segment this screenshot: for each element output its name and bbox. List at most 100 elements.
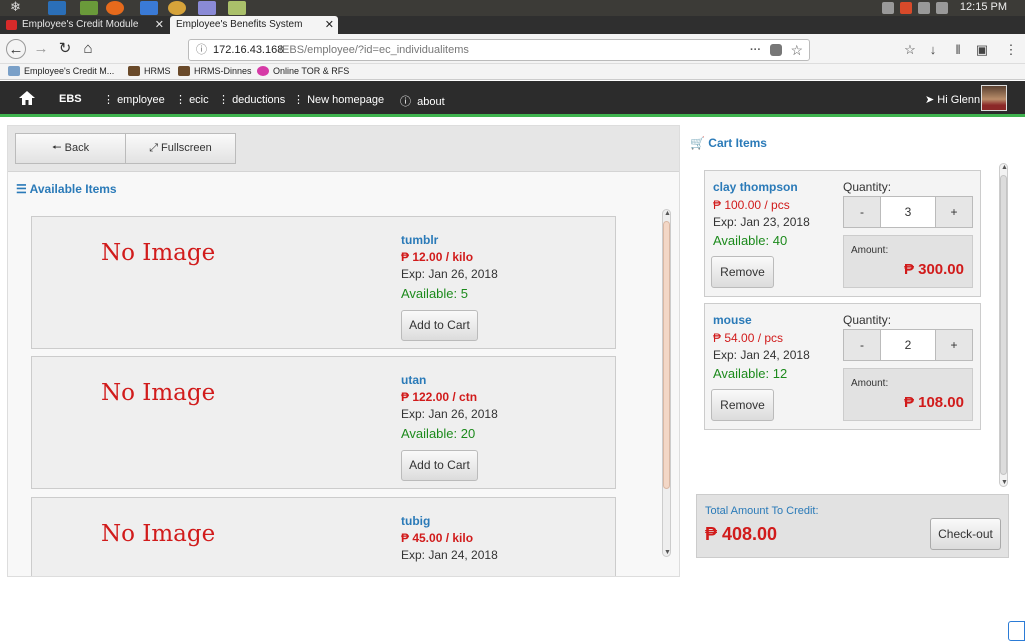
fullscreen-button[interactable]: ⤢ Fullscreen [125,133,236,164]
user-greeting[interactable]: ➤ Hi Glenn [925,93,980,106]
scroll-down-icon[interactable]: ▼ [1000,479,1009,486]
add-to-cart-button[interactable]: Add to Cart [401,310,478,341]
os-top-bar: ❄ 12:15 PM [0,0,1025,16]
sidebar-icon[interactable]: ▣ [974,42,990,58]
scroll-down-icon[interactable]: ▼ [663,549,672,556]
chat-icon[interactable] [936,2,948,14]
nav-new-homepage[interactable]: ⋮ New homepage [293,93,384,106]
nav-about[interactable]: ⓘ about [400,93,445,109]
cart-scrollbar[interactable]: ▲ ▼ [999,163,1008,487]
scroll-up-icon[interactable]: ▲ [1000,164,1009,171]
add-to-cart-button[interactable]: Add to Cart [401,450,478,481]
launcher-app-icon[interactable] [48,1,66,15]
item-card: No Image tubig ₱ 45.00 / kilo Exp: Jan 2… [31,497,616,576]
cart-item-name: mouse [713,313,752,327]
clock[interactable]: 12:15 PM [960,1,1007,13]
url-bar[interactable]: ⓘ 172.16.43.168 /EBS/employee/?id=ec_ind… [188,39,810,61]
available-items-panel: 🠔 Back ⤢ Fullscreen ☰ Available Items No… [7,125,680,577]
back-arrow-icon[interactable]: ← [6,39,26,59]
quantity-decrement-button[interactable]: - [843,196,881,228]
ubuntu-logo-icon[interactable]: ❄ [10,0,28,14]
home-icon[interactable] [18,89,36,107]
pocket-icon[interactable] [770,44,782,56]
bookmark-star-icon[interactable]: ☆ [790,40,803,60]
quantity-input[interactable]: 2 [880,329,936,361]
cart-item-available: Available: 40 [713,233,788,248]
toolbar: 🠔 Back ⤢ Fullscreen [8,126,679,172]
library-save-icon[interactable]: ☆ [902,42,918,58]
notification-icon[interactable] [900,2,912,14]
quantity-increment-button[interactable]: + [935,329,973,361]
remove-button[interactable]: Remove [711,256,774,288]
cart-item-expiry: Exp: Jan 23, 2018 [713,215,810,229]
bookmark-item[interactable]: Employee's Credit M... [8,66,114,76]
launcher-app-icon[interactable] [198,1,216,15]
browser-tab[interactable]: Employee's Credit Module ✕ [0,16,168,34]
launcher-app-icon[interactable] [168,1,186,15]
brand-ebs[interactable]: EBS [59,93,82,105]
launcher-app-icon[interactable] [228,1,246,15]
item-price: ₱ 45.00 / kilo [401,531,474,545]
info-circle-icon: ⓘ [400,96,418,108]
bookmark-item[interactable]: HRMS-Dinnes [178,66,252,76]
total-box: Total Amount To Credit: ₱ 408.00 Check-o… [696,494,1009,558]
item-card: No Image utan ₱ 122.00 / ctn Exp: Jan 26… [31,356,616,489]
info-icon[interactable]: ⓘ [196,40,207,60]
expand-icon: ⤢ [149,142,162,154]
nav-employee[interactable]: ⋮ employee [103,93,165,106]
remove-button[interactable]: Remove [711,389,774,421]
item-available: Available: 5 [401,286,468,301]
scrollbar-thumb[interactable] [663,221,670,489]
dots-icon: ⋮ [103,94,118,106]
url-path: /EBS/employee/?id=ec_individualitems [279,44,469,56]
scrollbar-thumb[interactable] [1000,175,1007,475]
cart-item-expiry: Exp: Jan 24, 2018 [713,348,810,362]
forward-arrow-icon[interactable]: → [31,39,51,59]
quantity-label: Quantity: [843,180,892,194]
launcher-app-icon[interactable] [80,1,98,15]
browser-tab-active[interactable]: Employee's Benefits System ✕ [170,16,338,34]
film-icon [178,66,190,76]
quantity-decrement-button[interactable]: - [843,329,881,361]
cart-item-available: Available: 12 [713,366,788,381]
bookmark-item[interactable]: HRMS [128,66,171,76]
quantity-increment-button[interactable]: + [935,196,973,228]
item-name: utan [401,373,427,387]
firefox-launcher-icon[interactable] [106,1,124,15]
scroll-up-icon[interactable]: ▲ [663,210,672,217]
app-navbar: EBS ⋮ employee ⋮ ecic ⋮ deductions ⋮ New… [0,81,1025,117]
reload-icon[interactable]: ↻ [55,39,75,59]
close-tab-icon[interactable]: ✕ [325,16,334,34]
nav-ecic[interactable]: ⋮ ecic [175,93,209,106]
bookmark-item[interactable]: Online TOR & RFS [257,66,349,76]
quantity-input[interactable]: 3 [880,196,936,228]
browser-nav-bar: ← → ↻ ⌂ ⓘ 172.16.43.168 /EBS/employee/?i… [0,34,1025,64]
menu-icon[interactable]: ⋮ [1003,42,1019,58]
cart-item-price: ₱ 54.00 / pcs [713,331,784,345]
smiley-icon [257,66,269,76]
checkout-button[interactable]: Check-out [930,518,1001,550]
browser-tab-bar: Employee's Credit Module ✕ Employee's Be… [0,16,1025,58]
item-expiry: Exp: Jan 26, 2018 [401,407,498,421]
nav-deductions[interactable]: ⋮ deductions [218,93,285,106]
network-icon[interactable] [882,2,894,14]
cart-icon: 🛒 [690,136,709,150]
library-icon[interactable]: ‖ [950,42,966,58]
home-icon[interactable]: ⌂ [78,39,98,59]
launcher-app-icon[interactable] [140,1,158,15]
page-actions-icon[interactable]: ··· [750,40,761,60]
page-body: 🠔 Back ⤢ Fullscreen ☰ Available Items No… [0,120,1025,641]
teamviewer-icon[interactable] [1008,621,1025,641]
download-icon[interactable]: ↓ [925,42,941,58]
items-scroll-area: No Image tumblr ₱ 12.00 / kilo Exp: Jan … [8,209,661,576]
volume-icon[interactable] [918,2,930,14]
item-expiry: Exp: Jan 24, 2018 [401,548,498,562]
film-icon [128,66,140,76]
back-button[interactable]: 🠔 Back [15,133,126,164]
close-tab-icon[interactable]: ✕ [155,16,164,34]
avatar[interactable] [981,85,1007,111]
items-scrollbar[interactable]: ▲ ▼ [662,209,671,557]
dots-icon: ⋮ [175,94,190,106]
cart-panel: 🛒 Cart Items clay thompson ₱ 100.00 / pc… [682,125,1025,577]
amount-box: Amount: ₱ 108.00 [843,368,973,421]
